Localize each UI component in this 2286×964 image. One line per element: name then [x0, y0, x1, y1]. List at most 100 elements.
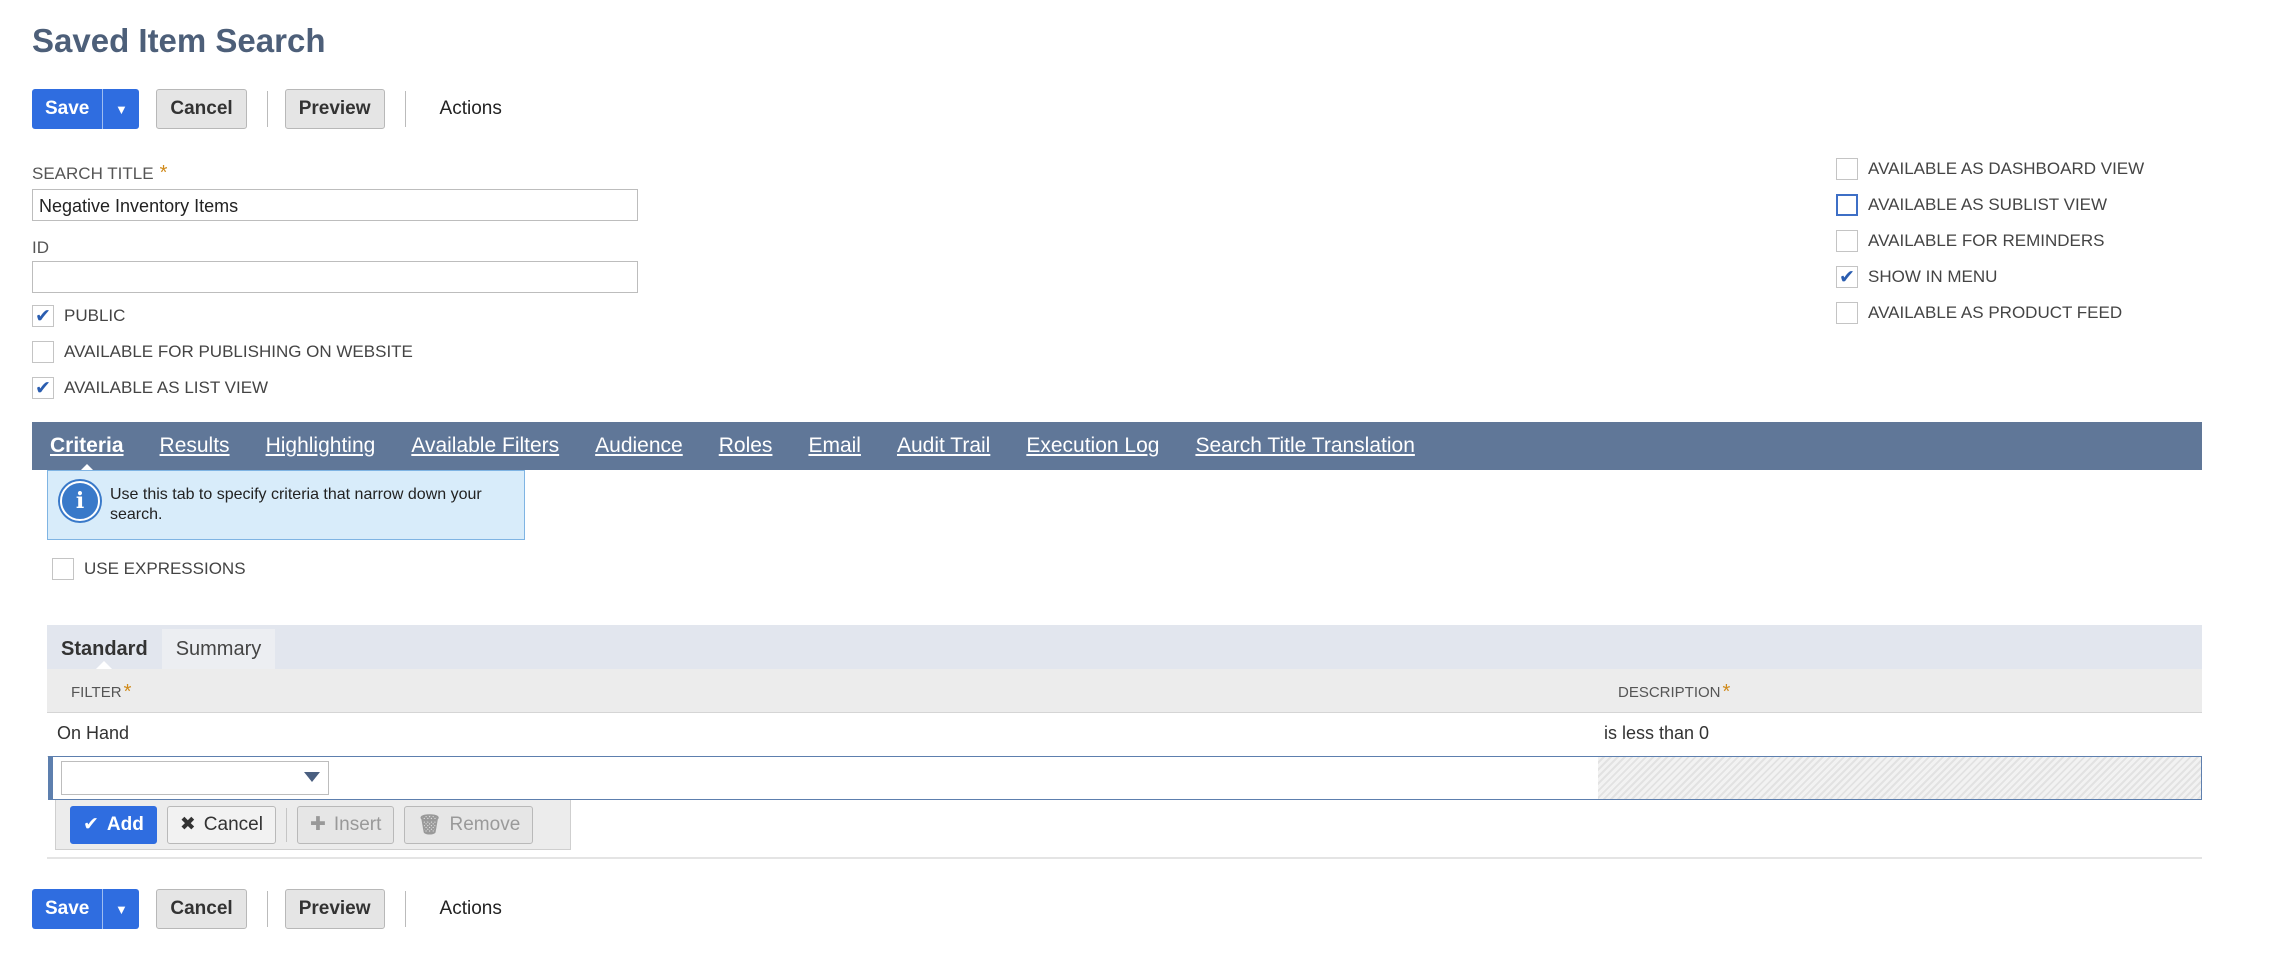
criteria-subtab-bar: Standard Summary	[47, 625, 2202, 669]
tab-roles[interactable]: Roles	[719, 434, 773, 458]
description-cell: is less than 0	[1604, 723, 1710, 743]
toolbar-divider	[404, 91, 406, 127]
required-marker: *	[123, 681, 132, 703]
tab-label: Audience	[595, 434, 683, 457]
use-expressions-label: USE EXPRESSIONS	[84, 559, 246, 578]
save-button-group: Save ▼	[32, 889, 140, 929]
search-title-label: SEARCH TITLE	[32, 163, 154, 183]
close-icon: ✖	[179, 814, 196, 835]
list-view-checkbox-row[interactable]: ✔ AVAILABLE AS LIST VIEW	[32, 377, 268, 399]
search-title-label-row: SEARCH TITLE *	[32, 162, 167, 185]
website-publishing-checkbox-row[interactable]: AVAILABLE FOR PUBLISHING ON WEBSITE	[32, 341, 413, 363]
reminders-checkbox-row[interactable]: AVAILABLE FOR REMINDERS	[1836, 230, 2104, 252]
list-view-checkbox[interactable]: ✔	[32, 377, 54, 399]
filter-select[interactable]	[61, 761, 329, 795]
website-publishing-label: AVAILABLE FOR PUBLISHING ON WEBSITE	[64, 342, 413, 361]
sublist-view-label: AVAILABLE AS SUBLIST VIEW	[1868, 195, 2108, 214]
new-criteria-row	[48, 756, 2202, 800]
tab-criteria[interactable]: Criteria	[50, 434, 124, 472]
caret-down-icon: ▼	[114, 901, 128, 917]
tab-search-title-translation[interactable]: Search Title Translation	[1195, 434, 1414, 458]
caret-down-icon: ▼	[114, 101, 128, 117]
preview-button[interactable]: Preview	[284, 889, 385, 929]
id-input[interactable]	[32, 261, 638, 293]
info-icon: i	[60, 481, 100, 521]
preview-button[interactable]: Preview	[284, 89, 385, 129]
criteria-info-box: i Use this tab to specify criteria that …	[47, 470, 525, 540]
save-dropdown-button[interactable]: ▼	[102, 89, 139, 129]
tab-audit-trail[interactable]: Audit Trail	[897, 434, 990, 458]
tab-label: Criteria	[50, 434, 124, 457]
toolbar-divider	[266, 91, 268, 127]
tab-label: Results	[159, 434, 230, 457]
product-feed-checkbox[interactable]	[1836, 302, 1858, 324]
actions-menu[interactable]: Actions	[440, 98, 502, 120]
top-toolbar: Save ▼ Cancel Preview Actions	[32, 88, 502, 130]
table-row[interactable]: On Hand is less than 0	[47, 713, 2202, 757]
insert-row-button[interactable]: ✚ Insert	[296, 805, 395, 844]
tab-label: Execution Log	[1026, 434, 1160, 457]
tab-label: Highlighting	[265, 434, 376, 457]
dashboard-view-checkbox[interactable]	[1836, 158, 1858, 180]
page-title: Saved Item Search	[32, 22, 326, 59]
website-publishing-checkbox[interactable]	[32, 341, 54, 363]
cancel-button[interactable]: Cancel	[156, 889, 247, 929]
save-button[interactable]: Save	[32, 89, 102, 129]
search-title-input[interactable]: Negative Inventory Items	[32, 189, 638, 221]
main-tab-bar: Criteria Results Highlighting Available …	[32, 422, 2202, 472]
show-in-menu-checkbox-row[interactable]: ✔ SHOW IN MENU	[1836, 266, 1997, 288]
save-dropdown-button[interactable]: ▼	[102, 889, 139, 929]
toolbar-divider	[404, 891, 406, 927]
row-action-bar: ✔ Add ✖ Cancel ✚ Insert 🗑 Remove	[55, 800, 571, 850]
remove-row-button[interactable]: 🗑 Remove	[404, 805, 534, 844]
public-checkbox-row[interactable]: ✔ PUBLIC	[32, 305, 125, 327]
tab-execution-log[interactable]: Execution Log	[1026, 434, 1159, 458]
dashboard-view-label: AVAILABLE AS DASHBOARD VIEW	[1868, 159, 2145, 178]
subtab-summary[interactable]: Summary	[161, 629, 276, 669]
sublist-view-checkbox-row[interactable]: AVAILABLE AS SUBLIST VIEW	[1836, 194, 2107, 216]
tab-results[interactable]: Results	[160, 434, 230, 458]
cancel-button[interactable]: Cancel	[156, 89, 247, 129]
show-in-menu-checkbox[interactable]: ✔	[1836, 266, 1858, 288]
filter-cell: On Hand	[57, 723, 130, 743]
reminders-label: AVAILABLE FOR REMINDERS	[1868, 231, 2105, 250]
tab-label: Email	[808, 434, 861, 457]
tab-audience[interactable]: Audience	[595, 434, 683, 458]
add-row-button[interactable]: ✔ Add	[70, 805, 157, 844]
subtab-standard[interactable]: Standard	[47, 629, 162, 669]
cancel-row-button[interactable]: ✖ Cancel	[166, 805, 276, 844]
tab-highlighting[interactable]: Highlighting	[266, 434, 376, 458]
product-feed-checkbox-row[interactable]: AVAILABLE AS PRODUCT FEED	[1836, 302, 2122, 324]
chevron-down-icon	[304, 772, 320, 782]
info-text: Use this tab to specify criteria that na…	[110, 486, 482, 523]
actions-menu[interactable]: Actions	[440, 898, 502, 920]
plus-icon: ✚	[309, 814, 326, 835]
sublist-view-checkbox[interactable]	[1836, 194, 1858, 216]
tab-label: Search Title Translation	[1195, 434, 1415, 457]
tab-label: Audit Trail	[896, 434, 991, 457]
tab-available-filters[interactable]: Available Filters	[411, 434, 559, 458]
description-column-header: DESCRIPTION *	[1618, 681, 1730, 704]
add-label: Add	[106, 813, 144, 835]
use-expressions-checkbox[interactable]	[52, 558, 74, 580]
table-bottom-border	[47, 857, 2202, 859]
tab-label: Roles	[718, 434, 773, 457]
use-expressions-checkbox-row[interactable]: USE EXPRESSIONS	[52, 558, 246, 580]
id-label: ID	[32, 238, 49, 257]
action-divider	[285, 807, 287, 842]
description-cell-disabled	[1598, 757, 2201, 799]
tab-email[interactable]: Email	[808, 434, 861, 458]
filter-header-label: FILTER	[71, 684, 122, 701]
reminders-checkbox[interactable]	[1836, 230, 1858, 252]
criteria-table-header: FILTER * DESCRIPTION *	[47, 669, 2202, 713]
list-view-label: AVAILABLE AS LIST VIEW	[64, 378, 269, 397]
checkmark-icon: ✔	[83, 814, 99, 835]
cancel-label: Cancel	[203, 813, 263, 835]
tab-label: Available Filters	[411, 434, 560, 457]
dashboard-view-checkbox-row[interactable]: AVAILABLE AS DASHBOARD VIEW	[1836, 158, 2144, 180]
required-marker: *	[1722, 681, 1731, 703]
public-checkbox[interactable]: ✔	[32, 305, 54, 327]
save-button[interactable]: Save	[32, 889, 102, 929]
show-in-menu-label: SHOW IN MENU	[1868, 267, 1998, 286]
required-marker: *	[159, 162, 168, 184]
